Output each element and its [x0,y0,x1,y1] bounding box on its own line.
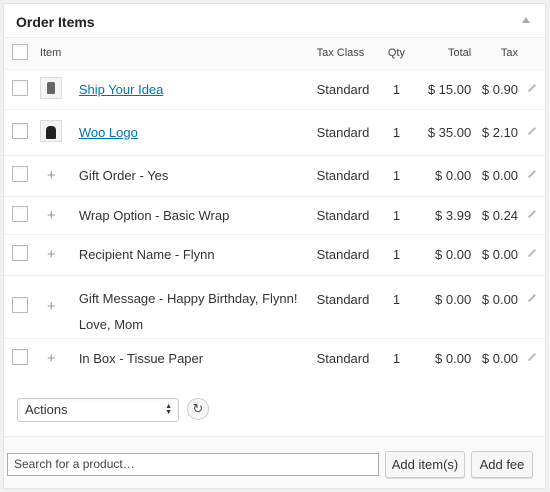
collapse-toggle-icon[interactable] [522,17,530,23]
item-name: Gift Message - Happy Birthday, Flynn! Lo… [77,274,317,338]
table-row[interactable]: + In Box - Tissue Paper Standard 1 $ 0.0… [4,337,545,378]
tax-class-cell: Standard [316,274,381,338]
table-header-row: Item Tax Class Qty Total Tax [4,38,545,69]
tax-class-cell: Standard [316,68,381,109]
col-qty[interactable]: Qty [381,38,413,69]
tax-cell: $ 0.00 [471,274,519,338]
item-name: Wrap Option - Basic Wrap [77,195,317,234]
edit-pencil-icon[interactable] [526,351,538,363]
tax-cell: $ 0.90 [471,68,519,109]
total-cell: $ 0.00 [412,274,472,338]
total-cell: $ 3.99 [412,195,472,234]
item-name-line2: Love, Mom [78,316,144,332]
item-name: In Box - Tissue Paper [77,337,317,378]
plus-icon: + [46,349,56,367]
total-cell: $ 0.00 [412,233,472,275]
row-checkbox[interactable] [12,348,28,365]
tax-class-cell: Standard [316,108,381,155]
plus-icon: + [46,298,56,315]
edit-pencil-icon[interactable] [526,82,538,94]
row-checkbox[interactable] [12,79,28,96]
qty-cell: 1 [380,233,413,275]
item-name: Gift Order - Yes [77,154,317,196]
actions-select[interactable]: Actions ▲ ▼ [17,398,179,422]
add-fee-button[interactable]: Add fee [471,451,533,478]
qty-cell: 1 [380,68,413,109]
edit-pencil-icon[interactable] [526,247,538,259]
total-cell: $ 15.00 [412,68,472,109]
edit-pencil-icon[interactable] [526,208,538,220]
table-row[interactable]: Ship Your Idea Standard 1 $ 15.00 $ 0.90 [4,68,545,109]
total-cell: $ 35.00 [412,108,472,155]
item-link[interactable]: Woo Logo [79,125,138,140]
table-row[interactable]: + Recipient Name - Flynn Standard 1 $ 0.… [4,233,545,275]
total-cell: $ 0.00 [412,337,472,378]
tax-class-cell: Standard [316,154,381,196]
row-checkbox[interactable] [12,297,28,313]
tax-class-cell: Standard [316,195,381,234]
edit-pencil-icon[interactable] [526,125,538,137]
table-row[interactable]: + Wrap Option - Basic Wrap Standard 1 $ … [4,195,545,234]
tax-cell: $ 0.00 [471,154,519,196]
order-items-panel: Order Items Item Tax Class Qty Total Tax… [3,3,546,489]
table-row[interactable]: + Gift Order - Yes Standard 1 $ 0.00 $ 0… [4,154,545,196]
col-tax[interactable]: Tax [471,38,518,69]
select-all-checkbox[interactable] [12,43,28,60]
edit-pencil-icon[interactable] [526,168,538,180]
bulk-actions-bar: Actions ▲ ▼ ↻ [17,398,209,422]
shirt-thumbnail[interactable] [39,76,62,99]
col-tax-class[interactable]: Tax Class [317,38,381,69]
product-search-input[interactable]: Search for a product… [7,453,379,476]
select-all-cell [4,38,38,69]
plus-icon: + [46,167,56,184]
col-item: Item [39,47,62,60]
tax-cell: $ 0.00 [471,233,519,275]
total-cell: $ 0.00 [412,154,472,196]
plus-icon: + [46,246,56,263]
qty-cell: 1 [380,154,413,196]
item-name: Recipient Name - Flynn [77,233,317,275]
add-items-bar: Search for a product… Add item(s) Add fe… [4,436,545,488]
row-checkbox[interactable] [12,245,28,261]
row-checkbox[interactable] [12,122,28,139]
tax-class-cell: Standard [316,337,381,378]
row-checkbox[interactable] [12,166,28,182]
col-name [78,38,317,69]
edit-pencil-icon[interactable] [526,292,538,304]
table-row[interactable]: Woo Logo Standard 1 $ 35.00 $ 2.10 [4,108,545,155]
row-checkbox[interactable] [12,205,28,222]
tax-class-cell: Standard [316,233,381,275]
refresh-icon[interactable]: ↻ [187,398,209,420]
item-link[interactable]: Ship Your Idea [79,82,164,97]
actions-select-value: Actions [25,402,68,417]
plus-icon: + [46,206,56,224]
hoodie-thumbnail[interactable] [39,119,62,142]
tax-cell: $ 2.10 [471,108,519,155]
order-items-table: Item Tax Class Qty Total Tax Ship Your I… [4,38,545,378]
col-total[interactable]: Total [412,38,471,69]
panel-title: Order Items [16,14,95,30]
panel-header: Order Items [4,4,545,38]
select-arrows-icon: ▲ ▼ [165,403,172,416]
qty-cell: 1 [380,195,413,234]
tax-cell: $ 0.24 [471,195,519,234]
qty-cell: 1 [380,337,413,378]
table-row[interactable]: + Gift Message - Happy Birthday, Flynn! … [4,274,545,338]
add-items-button[interactable]: Add item(s) [385,451,465,478]
qty-cell: 1 [380,274,413,338]
item-name-line1: Gift Message - Happy Birthday, Flynn! [78,290,298,306]
tax-cell: $ 0.00 [471,337,519,378]
qty-cell: 1 [380,108,413,155]
col-edit [518,38,545,69]
